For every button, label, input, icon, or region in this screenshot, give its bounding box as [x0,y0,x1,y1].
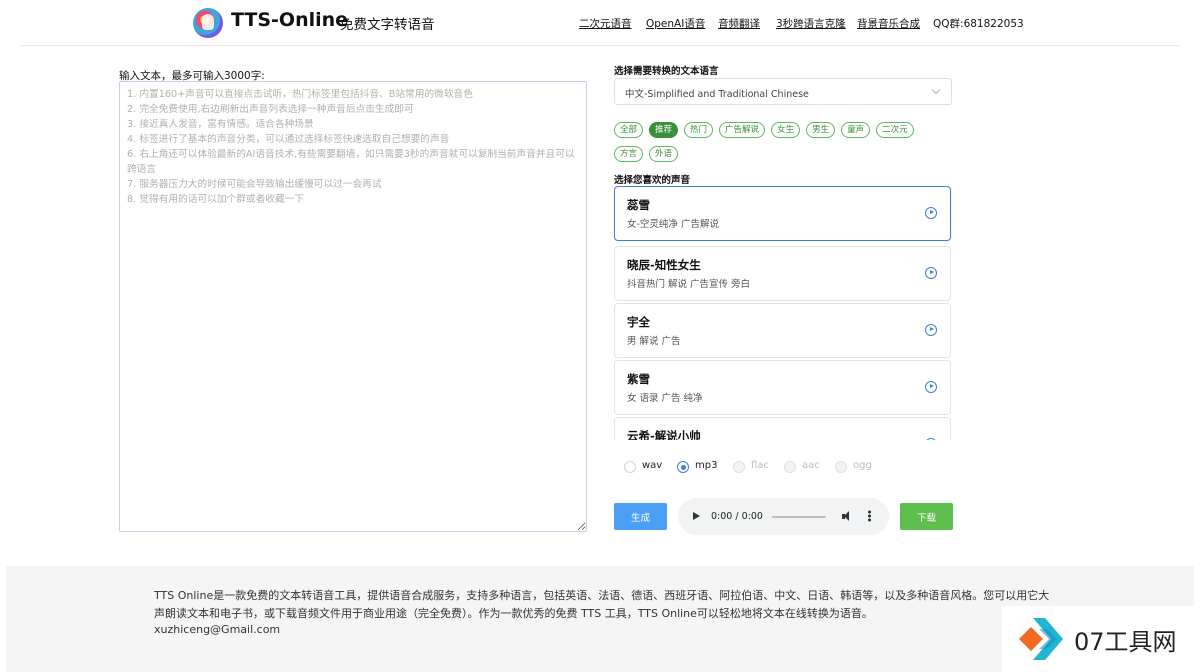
nav-link-bgm-synthesis[interactable]: 背景音乐合成 [857,16,920,31]
voice-card[interactable]: 晓辰-知性女生 抖音热门 解说 广告宣传 旁白 [614,246,951,301]
footer-email: xuzhiceng@Gmail.com [154,623,281,636]
voice-desc: 抖音热门 解说 广告宣传 旁白 [627,279,751,290]
play-circle-icon[interactable] [925,381,937,393]
radio-mp3[interactable] [677,461,689,473]
radio-wav[interactable] [624,461,636,473]
voice-card[interactable]: 云希-解说小帅 [614,417,951,440]
format-label: flac [751,460,769,471]
nav-link-anime-voice[interactable]: 二次元语音 [579,16,632,31]
tag-foreign[interactable]: 外语 [649,146,679,162]
voice-list[interactable]: 蕊雪 女-空灵纯净 广告解说 晓辰-知性女生 抖音热门 解说 广告宣传 旁白 宇… [614,186,952,440]
voice-desc: 男 解说 广告 [627,336,681,347]
qq-group: QQ群:681822053 [933,18,1024,30]
tag-ad-narration[interactable]: 广告解说 [719,122,766,138]
tag-anime[interactable]: 二次元 [876,122,914,138]
tag-child[interactable]: 童声 [841,122,871,138]
chevron-down-icon [931,85,941,95]
watermark: 07工具网 [1002,606,1200,672]
brand-subtitle: 免费文字转语音 [340,17,435,33]
language-select-value: 中文-Simplified and Traditional Chinese [625,89,809,100]
voice-name: 晓辰-知性女生 [627,258,701,272]
voice-desc: 女-空灵纯净 广告解说 [627,219,719,230]
watermark-text: 07工具网 [1074,628,1177,656]
nav-link-audio-translate[interactable]: 音频翻译 [718,16,760,31]
radio-ogg[interactable] [835,461,847,473]
language-select[interactable]: 中文-Simplified and Traditional Chinese [614,78,952,105]
radio-flac[interactable] [733,461,745,473]
voice-name: 紫雪 [627,372,650,386]
generate-button[interactable]: 生成 [614,503,667,530]
voice-name: 云希-解说小帅 [627,429,701,440]
tag-row-2: 方言 外语 [614,146,954,165]
format-label: aac [802,460,820,471]
nav-link-voice-clone[interactable]: 3秒跨语言克隆 [776,16,846,31]
tag-dialect[interactable]: 方言 [614,146,644,162]
audio-progress-slider[interactable] [772,516,826,518]
text-input[interactable] [119,81,587,532]
voice-card[interactable]: 紫雪 女 语录 广告 纯净 [614,360,951,415]
play-circle-icon[interactable] [925,324,937,336]
nav-link-openai-voice[interactable]: OpenAI语音 [646,16,705,31]
tag-row-1: 全部 推荐 热门 广告解说 女生 男生 童声 二次元 [614,122,954,141]
voice-name: 蕊雪 [627,198,650,212]
tag-female[interactable]: 女生 [771,122,801,138]
header-divider [20,45,1180,46]
format-label: ogg [853,460,872,471]
voice-card[interactable]: 蕊雪 女-空灵纯净 广告解说 [614,186,951,241]
tag-male[interactable]: 男生 [806,122,836,138]
page: TTS-Online 免费文字转语音 二次元语音 OpenAI语音 音频翻译 3… [0,0,1200,672]
volume-icon[interactable] [842,510,854,522]
footer-description: TTS Online是一款免费的文本转语音工具，提供语音合成服务，支持多种语言，… [154,589,1050,620]
logo-icon[interactable] [193,8,223,38]
voice-list-label: 选择您喜欢的声音 [614,175,691,186]
tag-all[interactable]: 全部 [614,122,644,138]
play-circle-icon[interactable] [925,267,937,279]
audio-player[interactable]: 0:00 / 0:00 [678,498,889,535]
watermark-logo-icon [1019,618,1063,660]
radio-aac[interactable] [784,461,796,473]
voice-name: 宇全 [627,315,650,329]
audio-time: 0:00 / 0:00 [711,511,763,522]
download-button[interactable]: 下载 [900,503,953,530]
voice-desc: 女 语录 广告 纯净 [627,393,703,404]
voice-card[interactable]: 宇全 男 解说 广告 [614,303,951,358]
more-options-icon[interactable] [868,510,871,522]
format-label: wav [642,460,663,471]
language-label: 选择需要转换的文本语言 [614,66,719,77]
play-circle-icon[interactable] [925,438,937,440]
tag-popular[interactable]: 热门 [684,122,714,138]
brand-name[interactable]: TTS-Online [231,9,348,31]
format-label: mp3 [695,460,718,471]
header: TTS-Online 免费文字转语音 二次元语音 OpenAI语音 音频翻译 3… [0,0,1200,46]
play-icon[interactable] [693,512,700,520]
tag-recommended[interactable]: 推荐 [649,122,679,138]
play-circle-icon[interactable] [925,207,937,219]
